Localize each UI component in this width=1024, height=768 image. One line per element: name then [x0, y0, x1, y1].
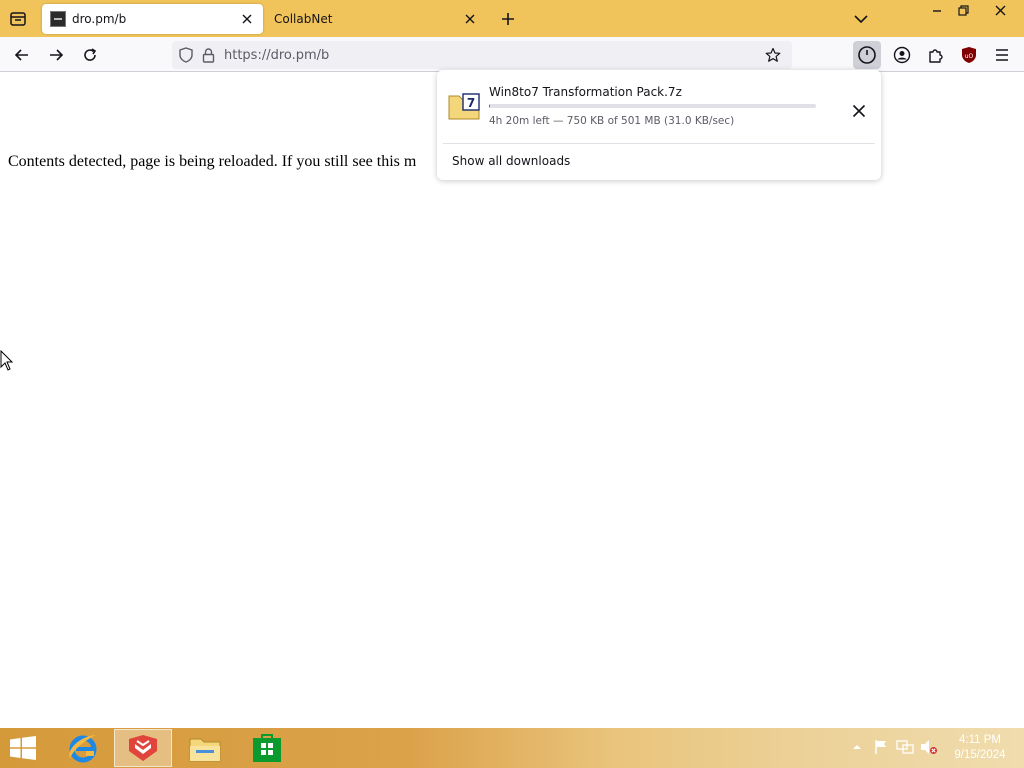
download-progress-icon	[858, 45, 876, 64]
volume-tray-button[interactable]	[920, 738, 938, 756]
hamburger-menu-icon	[996, 49, 1008, 61]
firefox-view-button[interactable]	[4, 5, 32, 33]
taskbar-internet-explorer[interactable]	[54, 729, 112, 767]
taskbar-store[interactable]	[238, 729, 296, 767]
close-icon	[465, 14, 475, 24]
restore-button[interactable]	[952, 0, 974, 20]
clock-time: 4:11 PM	[959, 734, 1001, 746]
minimize-button[interactable]	[926, 0, 948, 20]
clock-date: 9/15/2024	[954, 749, 1006, 761]
network-icon	[896, 740, 914, 754]
list-all-tabs-button[interactable]	[850, 7, 872, 31]
restore-icon	[957, 4, 969, 16]
close-window-button[interactable]	[980, 0, 1020, 20]
windows-taskbar: 4:11 PM 9/15/2024	[0, 728, 1024, 768]
tab-dro-pm[interactable]: dro.pm/b	[42, 4, 263, 34]
puzzle-icon	[929, 49, 943, 63]
arrow-left-icon	[14, 49, 28, 61]
firefox-view-icon	[10, 12, 26, 26]
close-tab-button[interactable]	[462, 11, 478, 27]
download-progress-bar	[489, 104, 816, 108]
site-favicon	[50, 11, 66, 27]
svg-text:uO: uO	[965, 53, 974, 60]
taskbar-file-explorer[interactable]	[176, 729, 234, 767]
taskbar-firefox[interactable]	[114, 729, 172, 767]
downloads-button[interactable]	[853, 41, 881, 69]
firefox-developer-icon	[129, 735, 157, 761]
close-icon	[995, 5, 1005, 15]
back-button[interactable]	[8, 41, 36, 69]
account-icon	[893, 46, 911, 64]
start-button[interactable]	[6, 734, 40, 762]
ublock-origin-button[interactable]: uO	[955, 41, 983, 69]
windows-store-icon	[253, 734, 281, 762]
mouse-cursor-icon	[0, 350, 14, 371]
internet-explorer-icon	[69, 735, 97, 763]
lock-icon[interactable]	[200, 47, 216, 63]
account-button[interactable]	[888, 41, 916, 69]
new-tab-button[interactable]	[496, 7, 520, 31]
ublock-shield-icon: uO	[962, 47, 976, 63]
folder-icon	[189, 738, 221, 762]
navigation-toolbar: https://dro.pm/b uO	[0, 37, 1024, 72]
close-icon	[852, 104, 866, 118]
downloads-panel: 7 Win8to7 Transformation Pack.7z 4h 20m …	[437, 70, 881, 180]
extensions-button[interactable]	[922, 41, 950, 69]
address-bar[interactable]: https://dro.pm/b	[172, 41, 792, 69]
divider	[443, 143, 875, 144]
flag-icon	[875, 740, 886, 754]
tab-title: CollabNet	[274, 12, 333, 26]
minimize-icon	[933, 10, 941, 12]
tracking-protection-icon[interactable]	[178, 47, 194, 63]
7z-archive-icon: 7	[448, 92, 480, 120]
tab-title: dro.pm/b	[72, 12, 127, 26]
tab-strip: dro.pm/b CollabNet	[0, 0, 1024, 37]
chevron-down-icon	[854, 15, 868, 24]
arrow-right-icon	[50, 49, 64, 61]
cancel-download-button[interactable]	[845, 97, 873, 125]
url-text: https://dro.pm/b	[224, 47, 330, 63]
download-status: 4h 20m left — 750 KB of 501 MB (31.0 KB/…	[489, 115, 735, 127]
star-icon	[765, 47, 781, 62]
reload-icon	[84, 48, 97, 61]
page-message: Contents detected, page is being reloade…	[8, 153, 417, 170]
app-menu-button[interactable]	[988, 41, 1016, 69]
tab-collabnet[interactable]: CollabNet	[266, 4, 486, 34]
speaker-muted-icon	[921, 740, 937, 754]
close-tab-button[interactable]	[239, 11, 255, 27]
show-all-downloads-button[interactable]: Show all downloads	[452, 154, 570, 168]
svg-text:7: 7	[467, 96, 475, 110]
action-center-button[interactable]	[872, 738, 890, 756]
taskbar-clock[interactable]: 4:11 PM 9/15/2024	[946, 733, 1014, 763]
forward-button[interactable]	[42, 41, 70, 69]
windows-logo-icon	[10, 736, 36, 760]
plus-icon	[502, 13, 514, 25]
network-tray-button[interactable]	[896, 738, 914, 756]
download-item[interactable]: 7 Win8to7 Transformation Pack.7z 4h 20m …	[443, 78, 875, 138]
bookmark-star-button[interactable]	[764, 46, 782, 64]
chevron-up-icon	[853, 745, 861, 749]
show-hidden-icons-button[interactable]	[848, 738, 866, 756]
reload-button[interactable]	[76, 41, 104, 69]
close-icon	[242, 14, 252, 24]
download-filename: Win8to7 Transformation Pack.7z	[489, 85, 682, 99]
